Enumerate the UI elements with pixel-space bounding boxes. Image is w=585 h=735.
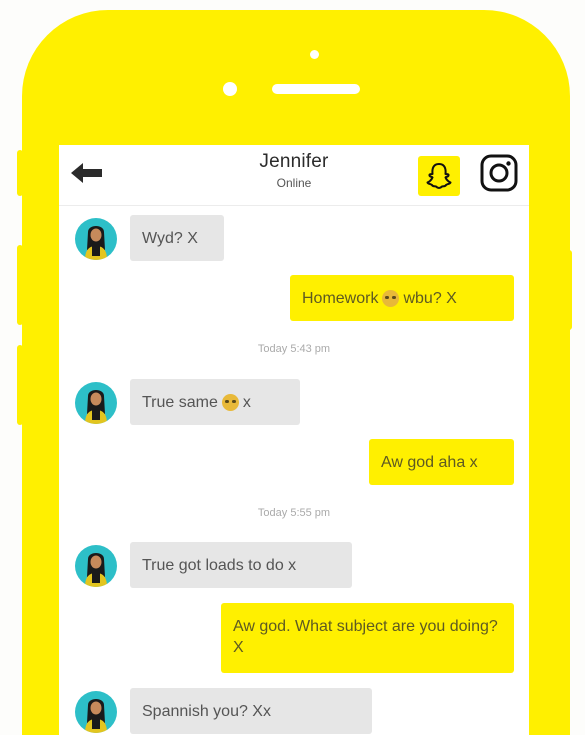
power-button — [566, 250, 572, 330]
mute-switch — [17, 150, 23, 196]
chat-screen: Jennifer Online Wyd? X Homework wbu? X T… — [59, 145, 529, 735]
back-button[interactable] — [69, 159, 105, 187]
snapchat-button[interactable] — [418, 156, 460, 196]
message-timestamp: Today 5:43 pm — [257, 343, 331, 355]
proximity-sensor — [223, 82, 237, 96]
incoming-message[interactable]: True same x — [130, 379, 300, 425]
message-timestamp: Today 5:55 pm — [257, 507, 331, 519]
stage: Jennifer Online Wyd? X Homework wbu? X T… — [0, 0, 585, 735]
snapchat-ghost-icon — [426, 163, 452, 189]
message-text: Homework — [302, 289, 379, 307]
front-camera — [310, 50, 319, 59]
incoming-message[interactable]: True got loads to do x — [130, 542, 352, 588]
volume-down-button — [17, 345, 23, 425]
volume-up-button — [17, 245, 23, 325]
grimace-emoji-icon — [382, 289, 400, 307]
arrow-left-icon — [71, 163, 102, 183]
contact-status: Online — [276, 176, 312, 190]
instagram-button[interactable] — [479, 153, 519, 193]
avatar-girl-icon — [85, 390, 107, 424]
earpiece-speaker — [272, 84, 360, 94]
incoming-message[interactable]: Spannish you? Xx — [130, 688, 372, 734]
contact-avatar[interactable] — [75, 382, 117, 424]
message-text: Aw god aha x — [381, 453, 478, 471]
avatar-girl-icon — [85, 553, 107, 587]
outgoing-message[interactable]: Homework wbu? X — [290, 275, 514, 321]
message-text: x — [242, 393, 251, 411]
message-text: Wyd? X — [142, 229, 198, 247]
instagram-icon — [480, 154, 518, 192]
contact-avatar[interactable] — [75, 545, 117, 587]
chat-title: Jennifer Online — [194, 151, 394, 190]
incoming-message[interactable]: Wyd? X — [130, 215, 224, 261]
message-text: wbu? X — [403, 289, 457, 307]
outgoing-message[interactable]: Aw god. What subject are you doing? X — [221, 603, 514, 673]
message-text: True got loads to do x — [142, 556, 297, 574]
message-text: True same — [142, 393, 218, 411]
contact-avatar[interactable] — [75, 218, 117, 260]
laughing-emoji-icon — [221, 393, 239, 411]
message-text: Aw god. What subject are you doing? X — [233, 618, 498, 656]
message-text: Spannish you? Xx — [142, 702, 271, 720]
avatar-girl-icon — [85, 226, 107, 260]
outgoing-message[interactable]: Aw god aha x — [369, 439, 514, 485]
chat-header: Jennifer Online — [59, 145, 529, 206]
contact-avatar[interactable] — [75, 691, 117, 733]
contact-name: Jennifer — [259, 151, 329, 172]
avatar-girl-icon — [85, 699, 107, 733]
